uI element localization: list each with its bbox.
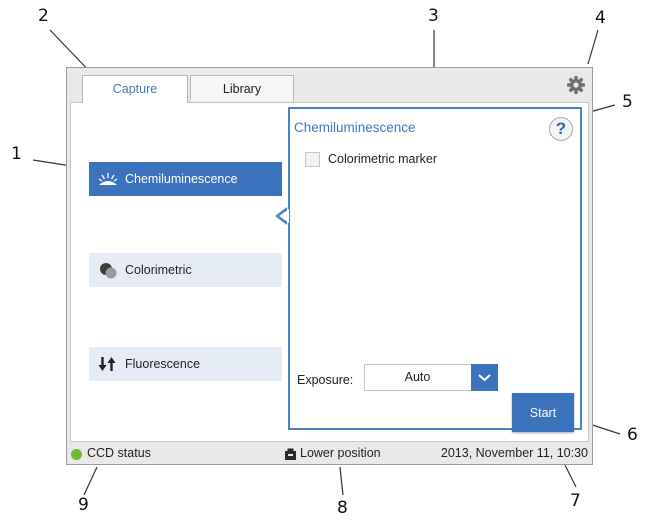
glow-icon (98, 173, 118, 185)
tray-icon (285, 448, 296, 460)
up-down-arrows-icon (98, 357, 116, 371)
position-status: Lower position (300, 446, 381, 460)
callout-7: 7 (570, 491, 581, 511)
callout-4: 4 (595, 8, 606, 28)
callout-1: 1 (11, 144, 22, 164)
start-button[interactable]: Start (512, 393, 574, 432)
chevron-down-icon (478, 374, 491, 382)
status-dot-icon (71, 449, 82, 460)
callout-6: 6 (627, 425, 638, 445)
callout-5: 5 (622, 92, 633, 112)
tab-library[interactable]: Library (190, 75, 294, 101)
mode-button-fluorescence[interactable]: Fluorescence (89, 347, 282, 381)
exposure-label: Exposure: (297, 373, 354, 387)
mode-button-chemiluminescence[interactable]: Chemiluminescence (89, 162, 282, 196)
ccd-status: CCD status (87, 446, 151, 460)
mode-label-chemiluminescence: Chemiluminescence (125, 172, 238, 186)
callout-9: 9 (78, 495, 89, 515)
device-screen: Capture Library Chemiluminescence Colori… (66, 67, 593, 465)
mode-label-fluorescence: Fluorescence (125, 357, 201, 371)
callout-2: 2 (38, 6, 49, 26)
panel-pointer-inner (279, 209, 289, 223)
overlapping-circles-icon (100, 263, 117, 279)
panel-title: Chemiluminescence (294, 120, 416, 135)
callout-3: 3 (428, 6, 439, 26)
exposure-select[interactable]: Auto (364, 364, 498, 391)
mode-label-colorimetric: Colorimetric (125, 263, 192, 277)
settings-panel: Chemiluminescence ? Colorimetric marker … (288, 107, 582, 432)
question-icon[interactable]: ? (549, 117, 573, 141)
status-bar: CCD status Lower position 2013, November… (67, 444, 592, 464)
colorimetric-marker-label: Colorimetric marker (328, 152, 438, 166)
gear-icon[interactable] (566, 75, 586, 95)
colorimetric-marker-checkbox[interactable] (305, 152, 320, 167)
exposure-dropdown-button[interactable] (471, 364, 498, 391)
exposure-value: Auto (404, 370, 431, 384)
date-time: 2013, November 11, 10:30 (440, 446, 588, 460)
tab-capture[interactable]: Capture (82, 75, 188, 103)
mode-button-colorimetric[interactable]: Colorimetric (89, 253, 282, 287)
callout-8: 8 (337, 498, 348, 518)
capture-content: Chemiluminescence Colorimetric Fluoresce… (70, 102, 589, 442)
